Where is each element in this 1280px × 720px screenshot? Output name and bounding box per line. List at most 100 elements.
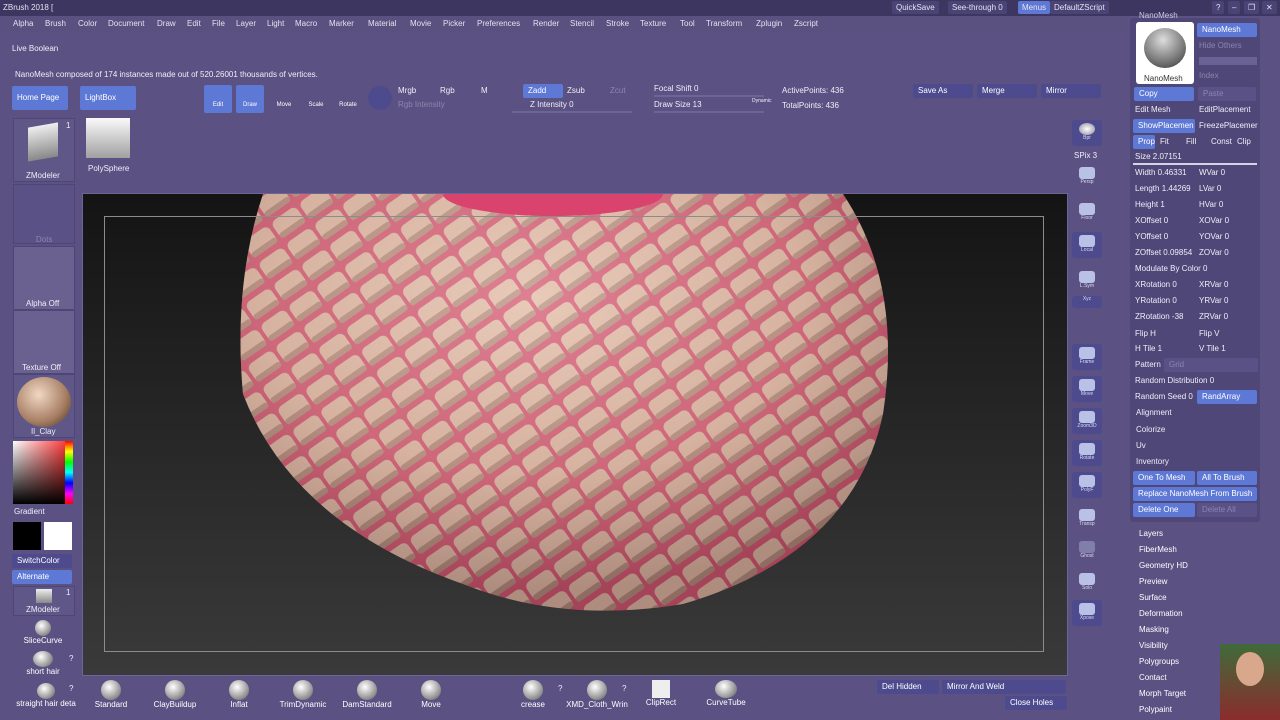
menu-zplugin[interactable]: Zplugin	[756, 19, 782, 28]
show-placement-button[interactable]: ShowPlacemen	[1133, 119, 1195, 133]
menu-color[interactable]: Color	[78, 19, 97, 28]
rgb-intensity-slider[interactable]: Rgb Intensity	[398, 100, 445, 109]
all-to-brush-button[interactable]: All To Brush	[1197, 471, 1257, 485]
focal-shift-track[interactable]	[654, 95, 764, 97]
morph-target-subpalette[interactable]: Morph Target	[1139, 689, 1186, 698]
delete-one-button[interactable]: Delete One	[1133, 503, 1195, 517]
masking-subpalette[interactable]: Masking	[1139, 625, 1169, 634]
frame-button[interactable]: Frame	[1072, 344, 1102, 370]
gradient-label[interactable]: Gradient	[14, 507, 45, 516]
colorize-subpalette[interactable]: Colorize	[1136, 425, 1165, 434]
persp-button[interactable]: Persp	[1072, 164, 1102, 190]
focal-shift-slider[interactable]: Focal Shift 0	[654, 84, 698, 93]
geometry-hd-subpalette[interactable]: Geometry HD	[1139, 561, 1188, 570]
const-button[interactable]: Const	[1211, 137, 1232, 146]
texture-slot[interactable]: Texture Off	[13, 310, 75, 374]
restore-icon[interactable]: ❐	[1244, 1, 1260, 14]
menu-draw[interactable]: Draw	[157, 19, 176, 28]
zmodeler-brush-slot[interactable]: 1 ZModeler	[13, 118, 75, 182]
menu-layer[interactable]: Layer	[236, 19, 256, 28]
zadd-button[interactable]: Zadd	[523, 84, 563, 98]
menu-light[interactable]: Light	[267, 19, 284, 28]
quicksave-button[interactable]: QuickSave	[892, 1, 939, 14]
vtile-slider[interactable]: V Tile 1	[1199, 344, 1226, 353]
lvar-slider[interactable]: LVar 0	[1199, 184, 1221, 193]
polyf-button[interactable]: PolyF	[1072, 472, 1102, 498]
short-hair-help-icon[interactable]: ?	[69, 654, 73, 663]
minimize-icon[interactable]: –	[1228, 1, 1241, 14]
yrotation-slider[interactable]: YRotation 0	[1135, 296, 1177, 305]
color-picker[interactable]	[13, 441, 73, 504]
hue-strip[interactable]	[65, 441, 73, 504]
menu-material[interactable]: Material	[368, 19, 396, 28]
flip-h-button[interactable]: Flip H	[1135, 329, 1156, 338]
menu-stencil[interactable]: Stencil	[570, 19, 594, 28]
menu-edit[interactable]: Edit	[187, 19, 201, 28]
script-button[interactable]: DefaultZScript	[1050, 1, 1109, 14]
dynamic-toggle[interactable]: Dynamic	[752, 98, 771, 104]
trimdynamic-brush[interactable]: TrimDynamic	[276, 680, 330, 709]
freeze-placement-button[interactable]: FreezePlacemer	[1199, 121, 1258, 130]
cloth-help-icon[interactable]: ?	[622, 684, 626, 693]
bpr-button[interactable]: Bpr	[1072, 120, 1102, 146]
del-hidden-button[interactable]: Del Hidden	[877, 680, 939, 694]
move-mode-button[interactable]: Move	[270, 85, 298, 113]
edit-placement-button[interactable]: EditPlacement	[1199, 105, 1251, 114]
paste-button[interactable]: Paste	[1198, 87, 1256, 101]
menu-macro[interactable]: Macro	[295, 19, 317, 28]
prop-button[interactable]: Prop	[1133, 135, 1155, 149]
rotate-mode-button[interactable]: Rotate	[334, 85, 362, 113]
live-boolean-button[interactable]: Live Boolean	[12, 44, 58, 53]
menu-alpha[interactable]: Alpha	[13, 19, 33, 28]
menu-zscript[interactable]: Zscript	[794, 19, 818, 28]
home-page-button[interactable]: Home Page	[12, 86, 68, 110]
switch-color-button[interactable]: SwitchColor	[12, 554, 72, 568]
xoffset-slider[interactable]: XOffset 0	[1135, 216, 1168, 225]
one-to-mesh-button[interactable]: One To Mesh	[1133, 471, 1195, 485]
material-slot[interactable]: Il_Clay	[13, 374, 75, 438]
stroke-slot[interactable]: Dots	[13, 184, 75, 244]
curvetube-brush[interactable]: CurveTube	[700, 680, 752, 707]
flip-v-button[interactable]: Flip V	[1199, 329, 1219, 338]
delete-all-button[interactable]: Delete All	[1197, 503, 1257, 517]
yoffset-slider[interactable]: YOffset 0	[1135, 232, 1168, 241]
menu-stroke[interactable]: Stroke	[606, 19, 629, 28]
ghost-button[interactable]: Ghost	[1072, 538, 1102, 564]
draw-mode-button[interactable]: Draw	[236, 85, 264, 113]
wvar-slider[interactable]: WVar 0	[1199, 168, 1225, 177]
menu-movie[interactable]: Movie	[410, 19, 431, 28]
xpose-button[interactable]: Xpose	[1072, 600, 1102, 626]
random-seed-slider[interactable]: Random Seed 0	[1135, 392, 1193, 401]
close-holes-button[interactable]: Close Holes	[1005, 696, 1067, 710]
copy-button[interactable]: Copy	[1134, 87, 1194, 101]
pattern-button[interactable]: Pattern	[1135, 360, 1161, 369]
clip-button[interactable]: Clip	[1237, 137, 1251, 146]
alternate-button[interactable]: Alternate	[12, 570, 72, 584]
alpha-slot[interactable]: Alpha Off	[13, 246, 75, 310]
slicecurve-brush[interactable]: SliceCurve	[13, 620, 73, 645]
inflat-brush[interactable]: Inflat	[218, 680, 260, 709]
crease-brush[interactable]: crease	[512, 680, 554, 709]
zcut-button[interactable]: Zcut	[610, 86, 626, 95]
z-intensity-track[interactable]	[512, 111, 632, 113]
nanomesh-thumbnail[interactable]: NanoMesh	[1136, 22, 1194, 84]
rotate-view-button[interactable]: Rotate	[1072, 440, 1102, 466]
grid-button[interactable]: Grid	[1164, 358, 1258, 372]
floor-button[interactable]: Floor	[1072, 200, 1102, 226]
mrgb-button[interactable]: Mrgb	[398, 86, 416, 95]
replace-nanomesh-button[interactable]: Replace NanoMesh From Brush	[1133, 487, 1257, 501]
short-hair-brush[interactable]: short hair	[13, 651, 73, 676]
menu-file[interactable]: File	[212, 19, 225, 28]
xrotation-slider[interactable]: XRotation 0	[1135, 280, 1177, 289]
polypaint-subpalette[interactable]: Polypaint	[1139, 705, 1172, 714]
xrvar-slider[interactable]: XRVar 0	[1199, 280, 1229, 289]
yrvar-slider[interactable]: YRVar 0	[1199, 296, 1229, 305]
size-slider[interactable]: Size 2.07151	[1135, 152, 1182, 161]
damstandard-brush[interactable]: DamStandard	[340, 680, 394, 709]
draw-size-track[interactable]	[654, 111, 764, 113]
see-through-slider[interactable]: See-through 0	[948, 1, 1007, 14]
standard-brush[interactable]: Standard	[90, 680, 132, 709]
edit-mode-button[interactable]: Edit	[204, 85, 232, 113]
menu-texture[interactable]: Texture	[640, 19, 666, 28]
zoffset-slider[interactable]: ZOffset 0.09854	[1135, 248, 1192, 257]
